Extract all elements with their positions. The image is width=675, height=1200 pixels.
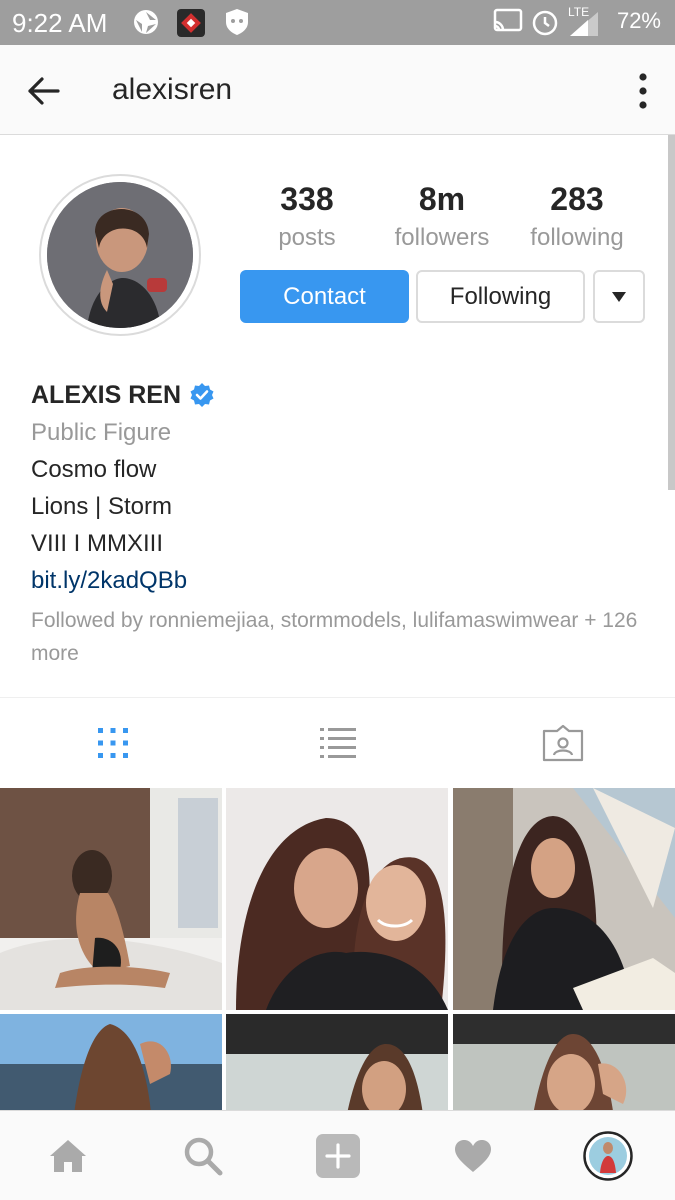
following-button[interactable]: Following (416, 270, 585, 323)
app-header: alexisren (0, 45, 675, 135)
signal-icon (568, 10, 600, 43)
home-icon (49, 1140, 86, 1172)
followers-label: followers (394, 224, 490, 251)
more-vertical-icon (639, 73, 647, 109)
add-post-icon (315, 1134, 360, 1178)
contact-button[interactable]: Contact (240, 270, 409, 323)
back-arrow-icon (28, 77, 60, 105)
tab-list-view[interactable] (225, 698, 450, 788)
following-count: 283 (550, 181, 604, 217)
photo-grid (0, 788, 675, 1110)
list-view-icon (319, 728, 356, 758)
bio-line: Lions | Storm (31, 493, 172, 520)
photo-thumbnail[interactable] (226, 1014, 448, 1110)
grid-view-icon (97, 728, 128, 758)
suggestions-dropdown-button[interactable] (593, 270, 645, 323)
profile-bio: ALEXIS REN Public Figure Cosmo flow Lion… (31, 376, 651, 599)
bottom-navigation (0, 1110, 675, 1200)
following-stat[interactable]: 283 following (512, 180, 642, 258)
posts-label: posts (278, 224, 336, 251)
profile-category: Public Figure (31, 419, 172, 446)
photo-thumbnail[interactable] (226, 788, 448, 1010)
photo-thumbnail[interactable] (453, 1014, 675, 1110)
shield-icon (224, 8, 250, 41)
following-label: following (530, 224, 624, 251)
nav-add-post[interactable] (270, 1111, 405, 1200)
followed-by-text[interactable]: Followed by ronniemejiaa, stormmodels, l… (31, 604, 651, 670)
back-button[interactable] (22, 69, 66, 113)
alarm-icon (531, 8, 559, 41)
bio-link[interactable]: bit.ly/2kadQBb (31, 562, 651, 599)
tab-grid-view[interactable] (0, 698, 225, 788)
nav-home[interactable] (0, 1111, 135, 1200)
photo-thumbnail[interactable] (0, 1014, 222, 1110)
caret-down-icon (612, 291, 626, 302)
status-time: 9:22 AM (12, 8, 108, 38)
tagged-photos-icon (542, 724, 583, 762)
bio-line: VIII I MMXIII (31, 530, 164, 557)
nav-search[interactable] (135, 1111, 270, 1200)
nav-activity[interactable] (405, 1111, 540, 1200)
avatar-photo (47, 182, 193, 328)
tab-tagged-photos[interactable] (450, 698, 675, 788)
profile-avatar[interactable] (39, 174, 201, 336)
scrollbar[interactable] (668, 135, 675, 490)
posts-count: 338 (280, 181, 334, 217)
full-name: ALEXIS REN (31, 380, 182, 409)
photo-thumbnail[interactable] (0, 788, 222, 1010)
search-icon (184, 1137, 222, 1176)
app-notification-icon (176, 8, 206, 43)
followers-stat[interactable]: 8m followers (377, 180, 507, 258)
battery-percent: 72% (616, 8, 661, 33)
more-options-button[interactable] (633, 69, 653, 113)
cast-icon (493, 8, 523, 39)
bio-line: Cosmo flow (31, 456, 157, 483)
nav-profile[interactable] (540, 1111, 675, 1200)
posts-stat[interactable]: 338 posts (242, 180, 372, 258)
aperture-icon (132, 8, 160, 41)
profile-username: alexisren (112, 73, 233, 106)
photo-thumbnail[interactable] (453, 788, 675, 1010)
verified-badge-icon (189, 382, 215, 408)
status-bar: 9:22 AM LTE 72% (0, 0, 675, 45)
profile-avatar-icon (582, 1131, 633, 1181)
heart-icon (454, 1140, 491, 1172)
name-row: ALEXIS REN (31, 376, 651, 414)
profile-view-tabs (0, 698, 675, 788)
followers-count: 8m (418, 181, 466, 217)
